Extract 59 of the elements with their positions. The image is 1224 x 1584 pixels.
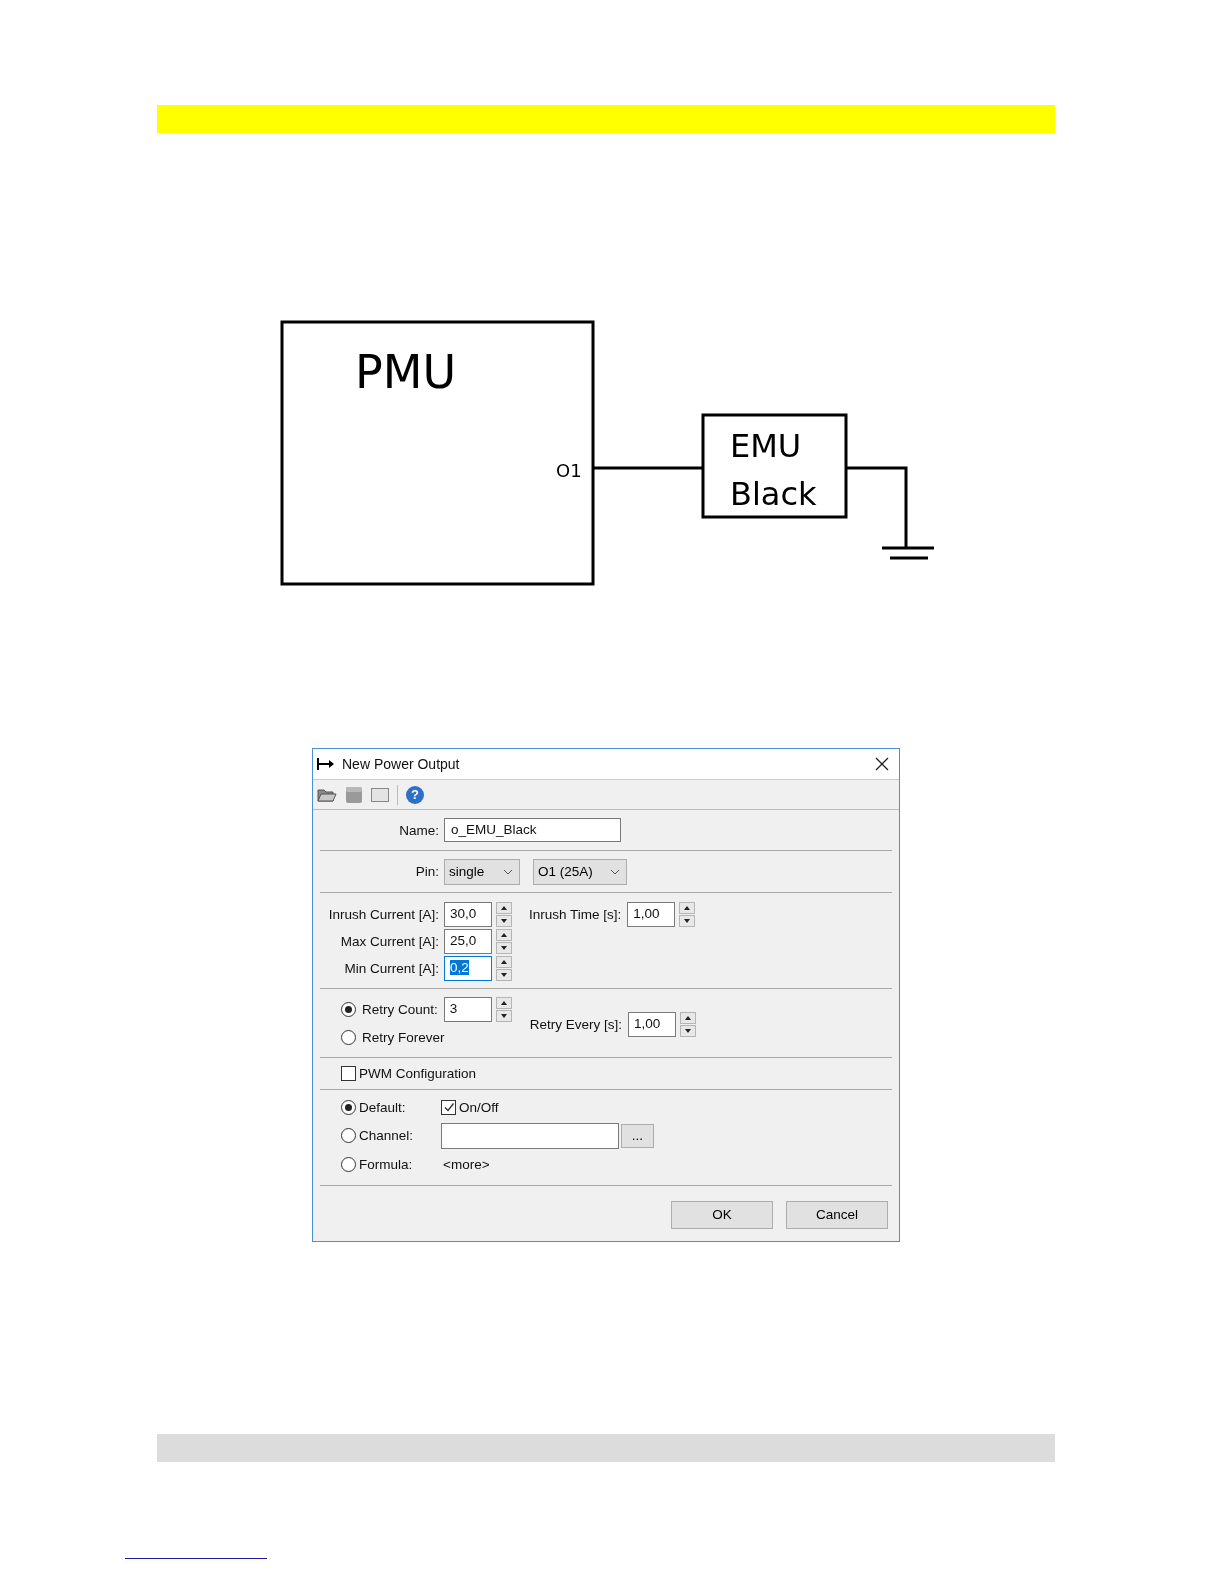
field-label: Retry Every [s]:	[529, 1016, 623, 1032]
spin-up-button[interactable]	[495, 996, 512, 1009]
field-label: Inrush Time [s]:	[529, 907, 622, 922]
radio-button[interactable]	[341, 1001, 356, 1017]
radio-label: Retry Count:	[362, 1001, 438, 1017]
radio-label: Retry Forever	[362, 1029, 445, 1045]
spin-up-button[interactable]	[496, 929, 512, 941]
caret-icon	[503, 868, 513, 875]
number-field[interactable]: 3	[443, 996, 492, 1022]
radio-label: Default:	[359, 1099, 407, 1115]
number-field[interactable]: 30,0	[444, 902, 492, 927]
spin-up-button[interactable]	[496, 902, 512, 914]
checkbox-label: PWM Configuration	[359, 1066, 477, 1081]
caret-icon	[610, 868, 620, 875]
arrow-icon	[317, 758, 335, 770]
field-label: Min Current [A]:	[343, 961, 439, 976]
window-icon[interactable]	[371, 787, 389, 802]
help-icon[interactable]: ?	[406, 785, 424, 804]
pin-output-dropdown[interactable]: O1 (25A)	[533, 858, 627, 885]
number-field[interactable]: 25,0	[444, 929, 492, 954]
spin-down-button[interactable]	[495, 1009, 512, 1022]
channel-field[interactable]	[441, 1122, 619, 1149]
dialog-button[interactable]: OK	[671, 1200, 773, 1229]
spin-down-button[interactable]	[496, 915, 512, 927]
radio-button[interactable]	[341, 1029, 356, 1045]
pin-label: O1	[556, 460, 582, 481]
formula-link[interactable]: <more>	[443, 1156, 490, 1172]
folder-icon[interactable]	[317, 786, 337, 803]
number-field[interactable]: 1,00	[628, 1011, 677, 1037]
name-field[interactable]: o_EMU_Black	[444, 818, 621, 842]
spin-up-button[interactable]	[496, 956, 512, 968]
spin-up-button[interactable]	[680, 1011, 697, 1024]
number-field[interactable]: 1,00	[627, 902, 676, 927]
spin-up-button[interactable]	[679, 902, 696, 914]
field-label: Pin:	[414, 864, 439, 879]
close-icon[interactable]	[875, 757, 889, 771]
spin-down-button[interactable]	[679, 915, 696, 927]
radio-label: Formula:	[359, 1156, 414, 1172]
checkbox-label: On/Off	[459, 1099, 499, 1115]
spin-down-button[interactable]	[680, 1024, 697, 1037]
checkbox[interactable]	[441, 1099, 456, 1115]
pin-mode-dropdown[interactable]: single	[444, 858, 520, 885]
spin-down-button[interactable]	[496, 942, 512, 954]
radio-button[interactable]	[341, 1099, 356, 1115]
spin-down-button[interactable]	[496, 969, 512, 981]
number-field[interactable]: 0,2	[444, 956, 492, 981]
block-label: PMU	[355, 345, 457, 399]
radio-button[interactable]	[341, 1156, 356, 1172]
checkbox[interactable]	[341, 1066, 356, 1081]
block-label: EMU	[730, 427, 802, 465]
dialog-button[interactable]: Cancel	[786, 1200, 888, 1229]
window-title: New Power Output	[342, 756, 461, 772]
radio-button[interactable]	[341, 1128, 356, 1144]
radio-label: Channel:	[359, 1128, 415, 1144]
browse-button[interactable]: ...	[621, 1123, 654, 1148]
block-label: Black	[730, 475, 817, 513]
field-label: Inrush Current [A]:	[327, 907, 439, 922]
field-label: Name:	[398, 822, 439, 838]
field-label: Max Current [A]:	[339, 934, 439, 949]
